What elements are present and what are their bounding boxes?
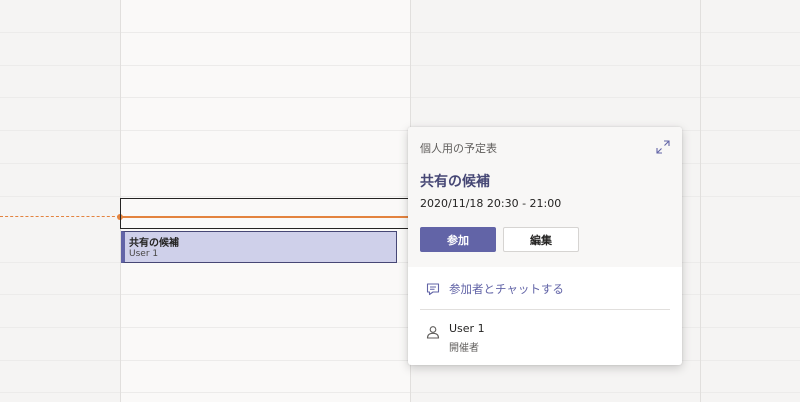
divider xyxy=(420,309,670,310)
chat-icon xyxy=(426,283,440,296)
calendar-name: 個人用の予定表 xyxy=(420,142,497,155)
person-icon xyxy=(426,326,440,339)
event-time: 2020/11/18 20:30 - 21:00 xyxy=(420,197,562,210)
current-time-guide xyxy=(0,216,120,217)
organizer-role: 開催者 xyxy=(449,343,479,354)
popup-header: 個人用の予定表 共有の候補 2020/11/18 20:30 - 21:00 参… xyxy=(408,127,682,267)
event-details-popup: 個人用の予定表 共有の候補 2020/11/18 20:30 - 21:00 参… xyxy=(408,127,682,365)
day-column[interactable] xyxy=(0,0,120,402)
chat-label: 参加者とチャットする xyxy=(449,282,564,296)
expand-icon[interactable] xyxy=(656,140,670,154)
day-column[interactable] xyxy=(700,0,800,402)
calendar-event[interactable]: 共有の候補 User 1 xyxy=(121,231,397,263)
organizer-name[interactable]: User 1 xyxy=(449,322,485,335)
edit-button[interactable]: 編集 xyxy=(503,227,579,252)
column-divider xyxy=(700,0,701,402)
chat-with-participants[interactable]: 参加者とチャットする xyxy=(408,275,682,301)
event-title: 共有の候補 xyxy=(129,238,179,249)
selected-time-slot[interactable] xyxy=(120,198,409,229)
event-organizer: User 1 xyxy=(129,249,159,259)
popup-title: 共有の候補 xyxy=(420,174,490,190)
join-button[interactable]: 参加 xyxy=(420,227,496,252)
